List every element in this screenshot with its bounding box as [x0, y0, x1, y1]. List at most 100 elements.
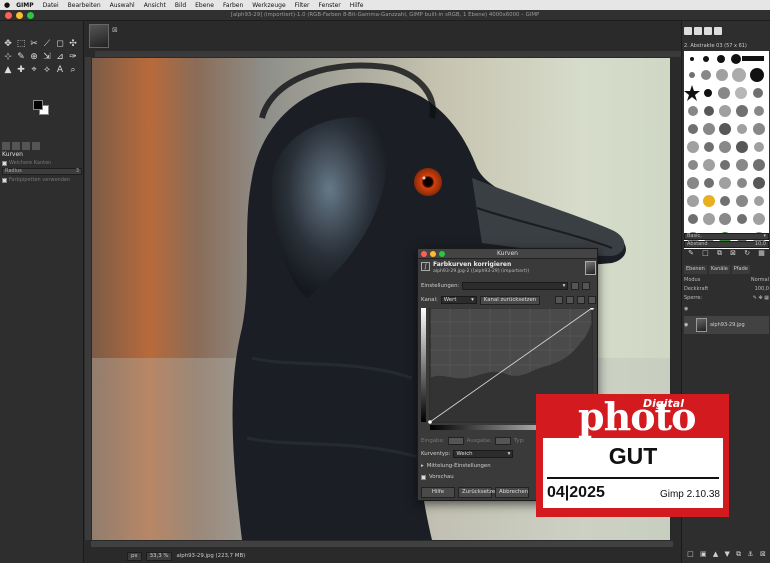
mode-value[interactable]: Normal — [751, 276, 769, 284]
fuzzy-select-tool-icon[interactable]: ⟋ — [41, 39, 53, 50]
menu-datei[interactable]: Datei — [43, 2, 59, 9]
unit-select[interactable]: px — [127, 551, 142, 561]
delete-brush-icon[interactable]: ⊠ — [730, 249, 736, 258]
apple-icon[interactable]: ● — [4, 1, 10, 9]
new-brush-icon[interactable]: □ — [702, 249, 709, 258]
spacing-field[interactable]: Abstand 10,0 — [684, 241, 769, 248]
bucket-fill-tool-icon[interactable]: ▲ — [2, 65, 14, 76]
brush-grid[interactable] — [684, 51, 769, 249]
text-tool-icon[interactable]: Α — [54, 65, 66, 76]
help-tab-icon[interactable] — [714, 27, 722, 35]
menu-hilfe[interactable]: Hilfe — [350, 2, 364, 9]
paths-tool-icon[interactable]: ⟡ — [41, 65, 53, 76]
menu-auswahl[interactable]: Auswahl — [110, 2, 135, 9]
device-status-tab-icon[interactable] — [12, 142, 20, 150]
linear-histogram-icon[interactable] — [555, 296, 563, 304]
presets-combo[interactable]: ▾ — [462, 282, 569, 290]
images-tab-icon[interactable] — [32, 142, 40, 150]
radius-field[interactable]: Radius 3 — [2, 168, 82, 175]
warp-tool-icon[interactable]: ⊹ — [2, 52, 14, 63]
horizontal-ruler[interactable] — [95, 51, 681, 57]
menu-fenster[interactable]: Fenster — [319, 2, 341, 9]
tab-layers[interactable]: Ebenen — [684, 265, 707, 274]
eye-icon[interactable]: ◉ — [684, 305, 688, 313]
anchor-layer-icon[interactable]: ⚓ — [747, 550, 753, 559]
fonts-tab-icon[interactable] — [704, 27, 712, 35]
duplicate-layer-icon[interactable]: ⧉ — [736, 550, 741, 559]
menu-ansicht[interactable]: Ansicht — [144, 2, 166, 9]
channel-combo[interactable]: Wert ▾ — [440, 296, 477, 304]
brush-preset-field[interactable]: Basic, ▾ — [684, 233, 769, 240]
image-tab-thumbnail[interactable] — [89, 24, 109, 48]
new-layer-icon[interactable]: □ — [687, 550, 694, 559]
tool-options-tab-icon[interactable] — [2, 142, 10, 150]
curve-type-combo[interactable]: Weich ▾ — [453, 450, 514, 458]
mode-row[interactable]: Modus Normal — [684, 276, 769, 284]
lock-icons[interactable]: ✎ ✥ ▦ — [753, 294, 769, 302]
rect-select-tool-icon[interactable]: ⬚ — [15, 39, 27, 50]
pencil-tool-icon[interactable]: ✑ — [67, 52, 79, 63]
transform-tool-icon[interactable]: ✣ — [67, 39, 79, 50]
menu-bild[interactable]: Bild — [175, 2, 186, 9]
delete-layer-icon[interactable]: ⊠ — [760, 550, 766, 559]
lower-layer-icon[interactable]: ▼ — [725, 550, 730, 559]
add-preset-icon[interactable] — [571, 282, 580, 290]
sample-merged-checkbox[interactable] — [2, 177, 7, 183]
refresh-brushes-icon[interactable]: ↻ — [744, 249, 750, 258]
foreground-color[interactable] — [33, 100, 43, 110]
layer-name[interactable]: alph93-29.jpg — [710, 322, 745, 328]
expander-icon[interactable]: ▸ — [421, 463, 424, 469]
output-field[interactable] — [494, 437, 511, 445]
vertical-ruler[interactable] — [85, 57, 91, 540]
heal-tool-icon[interactable]: ✚ — [15, 65, 27, 76]
zoom-select[interactable]: 33,3 % — [145, 551, 173, 561]
graph-view-icon[interactable] — [588, 296, 596, 304]
duplicate-brush-icon[interactable]: ⧉ — [717, 249, 722, 258]
antialias-row[interactable]: Weichere Kanten — [0, 159, 84, 167]
clone-tool-icon[interactable]: ⊕ — [28, 52, 40, 63]
move-tool-icon[interactable]: ✥ — [2, 39, 14, 50]
log-histogram-icon[interactable] — [566, 296, 574, 304]
reset-channel-button[interactable]: Kanal zurücksetzen — [479, 295, 541, 305]
crop-tool-icon[interactable]: ◻ — [54, 39, 66, 50]
undo-history-tab-icon[interactable] — [22, 142, 30, 150]
cancel-button[interactable]: Abbrechen — [495, 487, 529, 498]
help-button[interactable]: Hilfe — [421, 487, 455, 498]
smudge-tool-icon[interactable]: ⌖ — [28, 65, 40, 76]
scale-icon[interactable] — [577, 296, 585, 304]
edit-brush-icon[interactable]: ✎ — [688, 249, 694, 258]
new-group-icon[interactable]: ▣ — [700, 550, 707, 559]
opacity-value[interactable]: 100,0 — [755, 285, 769, 293]
reset-button[interactable]: Zurücksetzen — [458, 487, 499, 498]
opacity-row[interactable]: Deckkraft 100,0 — [684, 285, 769, 293]
menu-bearbeiten[interactable]: Bearbeiten — [68, 2, 101, 9]
flip-tool-icon[interactable]: ⇲ — [41, 52, 53, 63]
preview-checkbox[interactable] — [421, 474, 426, 480]
antialias-checkbox[interactable] — [2, 160, 7, 166]
menu-filter[interactable]: Filter — [295, 2, 310, 9]
preset-menu-icon[interactable] — [582, 282, 591, 290]
layer-chain-icon[interactable] — [691, 322, 693, 328]
sample-merged-row[interactable]: Farbpipetten verwenden — [0, 176, 84, 184]
menu-werkzeuge[interactable]: Werkzeuge — [252, 2, 285, 9]
gradient-tool-icon[interactable]: ⊿ — [54, 52, 66, 63]
blend-options-label[interactable]: Mittelung-Einstellungen — [427, 463, 491, 469]
scissors-tool-icon[interactable]: ✂ — [28, 39, 40, 50]
brushes-tab-icon[interactable] — [684, 27, 692, 35]
patterns-tab-icon[interactable] — [694, 27, 702, 35]
menu-farben[interactable]: Farben — [223, 2, 243, 9]
tab-paths[interactable]: Pfade — [731, 265, 750, 274]
raise-layer-icon[interactable]: ▲ — [713, 550, 718, 559]
color-swatches[interactable] — [30, 98, 54, 120]
paintbrush-tool-icon[interactable]: ✎ — [15, 52, 27, 63]
menu-gimp[interactable]: GIMP — [16, 2, 34, 9]
brush-tag-icon[interactable]: ▦ — [758, 249, 765, 258]
zoom-tool-icon[interactable]: ⌕ — [67, 65, 79, 76]
tab-channels[interactable]: Kanäle — [708, 265, 730, 274]
layer-row[interactable]: ◉ alph93-29.jpg — [684, 316, 769, 334]
layer-visibility-icon[interactable]: ◉ — [684, 322, 688, 328]
menu-ebene[interactable]: Ebene — [195, 2, 214, 9]
input-field[interactable] — [447, 437, 464, 445]
close-tab-icon[interactable]: ⊠ — [112, 26, 118, 34]
horizontal-scrollbar[interactable] — [91, 541, 673, 547]
